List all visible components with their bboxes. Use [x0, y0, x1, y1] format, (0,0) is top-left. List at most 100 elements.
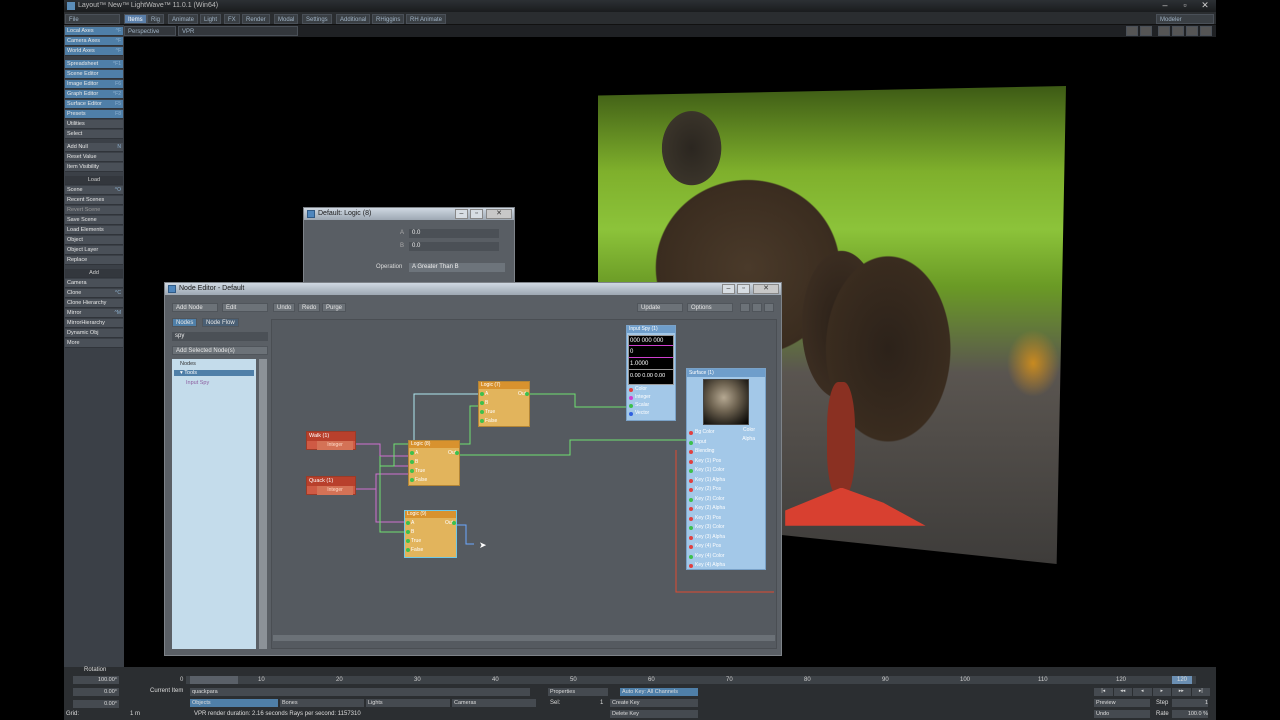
- out-dot[interactable]: [455, 451, 459, 455]
- port-dot[interactable]: [689, 535, 693, 540]
- port-dot[interactable]: [689, 507, 693, 511]
- port-dot[interactable]: [480, 419, 484, 423]
- port-dot[interactable]: [410, 469, 414, 473]
- logic-8-node[interactable]: Logic (8) A B True False Out: [408, 440, 460, 486]
- rotation-b-field[interactable]: 0.00°: [73, 700, 119, 708]
- timeline-tick-label: 100: [960, 677, 971, 683]
- port-dot[interactable]: [689, 450, 693, 454]
- vpr-status: VPR render duration: 2.16 seconds Rays p…: [194, 711, 361, 717]
- timeline-tick-label: 20: [336, 677, 343, 683]
- port-b: B: [411, 529, 415, 535]
- port-dot[interactable]: [480, 401, 484, 405]
- create-key-button[interactable]: Create Key: [610, 699, 698, 707]
- port-dot[interactable]: [480, 392, 484, 396]
- next-key-icon[interactable]: ▸▸: [1172, 688, 1191, 696]
- port-dot[interactable]: [689, 526, 693, 530]
- port-dot[interactable]: [689, 516, 693, 521]
- port-dot[interactable]: [689, 545, 693, 549]
- input-spy-node[interactable]: Input Spy (1) 000 000 000 0 1.0000 0.00 …: [626, 325, 676, 421]
- port-false: False: [411, 547, 424, 553]
- timeline-tick-label: 50: [570, 677, 577, 683]
- port-dot[interactable]: [629, 396, 633, 400]
- timeline-tick-label: 120: [1116, 677, 1127, 683]
- quack-node[interactable]: Quack (1) Integer: [306, 476, 356, 495]
- surface-port: Bg Color: [695, 429, 715, 435]
- spy-readout-box: 000 000 000 0 1.0000 0.00 0.00 0.00: [628, 335, 674, 385]
- cameras-button[interactable]: Cameras: [452, 699, 536, 707]
- port-dot[interactable]: [410, 460, 414, 464]
- surface-port: Key (3) Alpha: [695, 533, 726, 540]
- go-end-icon[interactable]: ▸|: [1191, 688, 1210, 696]
- quack-node-port: Integer: [317, 486, 353, 495]
- port-dot[interactable]: [410, 478, 414, 482]
- out-dot[interactable]: [452, 521, 456, 525]
- properties-button[interactable]: Properties: [548, 688, 608, 696]
- logic-9-title: Logic (9): [405, 511, 456, 518]
- rotation-h-field[interactable]: 100.00°: [73, 676, 119, 684]
- port-dot[interactable]: [480, 410, 484, 414]
- port-true: True: [415, 468, 426, 474]
- port-dot[interactable]: [629, 412, 633, 416]
- frame-slider-thumb[interactable]: [190, 676, 238, 684]
- bones-button[interactable]: Bones: [280, 699, 364, 707]
- go-start-icon[interactable]: |◂: [1094, 688, 1113, 696]
- current-item-label: Current Item: [150, 688, 184, 694]
- port-false: False: [415, 477, 428, 483]
- port-dot[interactable]: [689, 497, 693, 502]
- objects-button[interactable]: Objects: [190, 699, 278, 707]
- port-dot[interactable]: [406, 539, 410, 543]
- step-field[interactable]: 1: [1172, 699, 1208, 707]
- rotation-p-field[interactable]: 0.00°: [73, 688, 119, 696]
- input-spy-title: Input Spy (1): [627, 326, 675, 333]
- port-dot[interactable]: [689, 469, 693, 473]
- quack-node-title: Quack (1): [307, 477, 355, 486]
- surface-preview-sphere: [703, 379, 749, 425]
- port-dot[interactable]: [629, 388, 633, 392]
- play-reverse-icon[interactable]: ◂: [1133, 688, 1152, 696]
- port-dot[interactable]: [406, 530, 410, 534]
- logic-9-node[interactable]: Logic (9) A B True False Out: [404, 510, 457, 558]
- port-dot[interactable]: [689, 564, 693, 568]
- port-b: B: [415, 459, 419, 465]
- timeline-tick-label: 40: [492, 677, 499, 683]
- current-frame-marker[interactable]: 120: [1172, 676, 1192, 684]
- port-dot[interactable]: [406, 521, 410, 525]
- port-dot[interactable]: [410, 451, 414, 455]
- auto-key-select[interactable]: Auto Key: All Channels: [620, 688, 698, 696]
- spy-scalar-readout: 1.0000: [629, 358, 673, 370]
- port-true: True: [485, 409, 496, 415]
- surface-node[interactable]: Surface (1) Color Alpha Bg Color Input Ble…: [686, 368, 766, 570]
- rate-field[interactable]: 100.0 %: [1172, 710, 1208, 718]
- port-dot[interactable]: [689, 478, 693, 483]
- port-dot[interactable]: [689, 488, 693, 492]
- out-dot[interactable]: [525, 392, 529, 396]
- current-item-select[interactable]: quackpara: [190, 688, 530, 696]
- timeline-tick-label: 90: [882, 677, 889, 683]
- surface-port: Key (4) Alpha: [695, 562, 726, 568]
- rate-label: Rate: [1156, 711, 1169, 717]
- step-label: Step: [1156, 700, 1169, 706]
- delete-key-button[interactable]: Delete Key: [610, 710, 698, 718]
- surface-port: Blending: [695, 448, 715, 454]
- play-icon[interactable]: ▸: [1152, 688, 1171, 696]
- spy-port-scalar: Scalar: [635, 402, 650, 408]
- timeline-tick-label: 80: [804, 677, 811, 683]
- port-false: False: [485, 418, 498, 424]
- walk-node[interactable]: Walk (1) Integer: [306, 431, 356, 450]
- undo-button[interactable]: Undo: [1094, 710, 1150, 718]
- port-dot[interactable]: [689, 440, 693, 445]
- preview-select[interactable]: Preview: [1094, 699, 1150, 707]
- logic-7-node[interactable]: Logic (7) A B True False Out: [478, 381, 530, 427]
- port-dot[interactable]: [629, 404, 633, 408]
- timeline-tick-label: 60: [648, 677, 655, 683]
- port-dot[interactable]: [689, 459, 693, 464]
- spy-port-color: Color: [635, 386, 647, 392]
- port-dot[interactable]: [689, 431, 693, 435]
- grid-value: 1 m: [130, 711, 141, 717]
- lights-button[interactable]: Lights: [366, 699, 450, 707]
- prev-key-icon[interactable]: ◂◂: [1113, 688, 1132, 696]
- logic-7-title: Logic (7): [479, 382, 529, 389]
- timeline-tick-label: 0: [180, 677, 184, 683]
- port-dot[interactable]: [689, 554, 693, 559]
- port-dot[interactable]: [406, 548, 410, 552]
